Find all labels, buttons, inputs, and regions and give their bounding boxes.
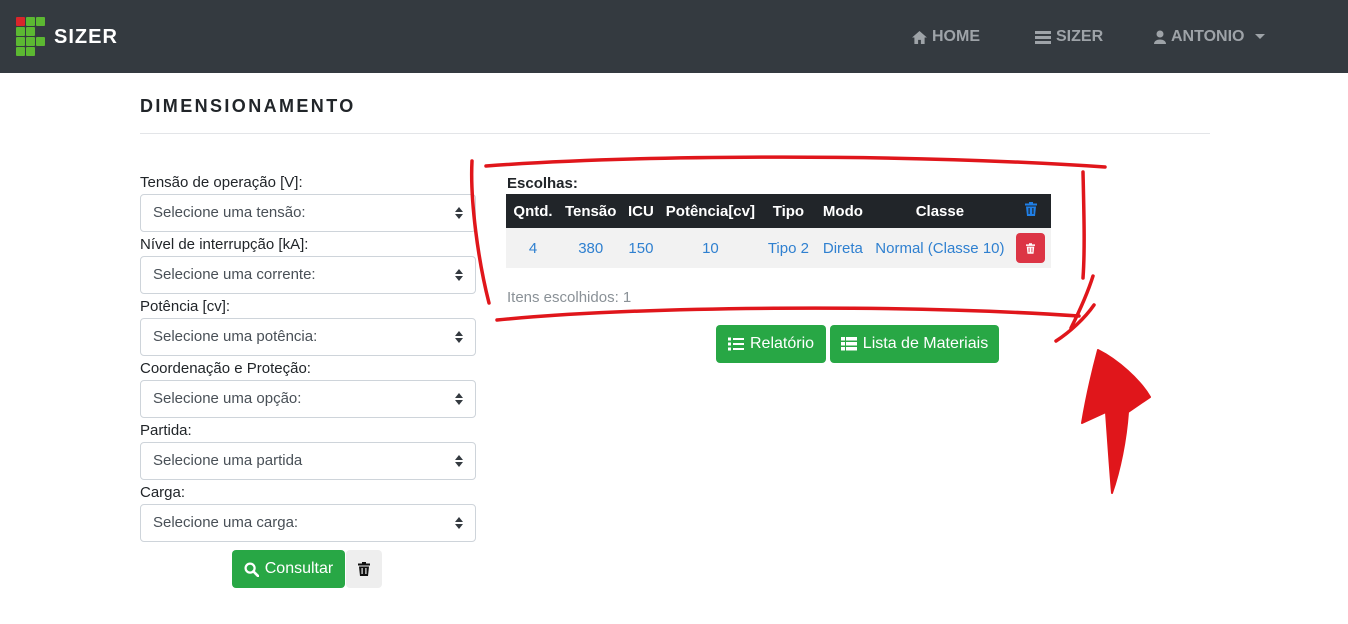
trash-icon [1026,242,1036,254]
list-icon [840,337,857,351]
annotation-box-outline [495,306,1081,322]
coordenacao-label: Coordenação e Proteção: [140,360,311,377]
potencia-select[interactable]: Selecione uma potência: [140,318,476,356]
relatorio-label: Relatório [749,335,815,352]
annotation-box-outline [1081,170,1086,280]
corrente-select-value: Selecione uma corrente: [153,266,316,283]
partida-select-value: Selecione uma partida [153,452,303,469]
select-arrows-icon [455,331,463,345]
nav-user-dropdown[interactable]: ANTONIO [1154,28,1266,46]
cell-tensao: 380 [560,228,622,268]
coordenacao-select-value: Selecione uma opção: [153,390,302,407]
cell-classe: Normal (Classe 10) [869,228,1011,268]
brand-name: SIZER [54,25,118,48]
potencia-select-value: Selecione uma potência: [153,328,318,345]
table-row: 4 380 150 10 Tipo 2 Direta Normal (Class… [506,228,1052,268]
corrente-select[interactable]: Selecione uma corrente: [140,256,476,294]
search-icon [244,561,259,577]
annotation-box-outline [1069,274,1095,330]
partida-select[interactable]: Selecione uma partida [140,442,476,480]
select-arrows-icon [455,393,463,407]
page-title: DIMENSIONAMENTO [140,96,356,116]
divider [140,133,1210,134]
top-navbar: SIZER HOME SIZER ANTONIO [0,0,1348,73]
cell-modo: Direta [816,228,870,268]
partida-label: Partida: [140,422,192,439]
carga-label: Carga: [140,484,186,501]
carga-select[interactable]: Selecione uma carga: [140,504,476,542]
select-arrows-icon [455,269,463,283]
potencia-label: Potência [cv]: [140,298,231,315]
list-ol-icon [727,337,744,351]
chevron-down-icon [1255,33,1266,39]
user-icon [1154,30,1166,44]
lista-materiais-label: Lista de Materiais [862,335,989,352]
header-classe: Classe [869,194,1011,228]
cell-icu: 150 [621,228,661,268]
escolhas-label: Escolhas: [507,175,578,192]
annotation-arrow-icon [1081,349,1151,494]
nav-home[interactable]: HOME [912,28,980,46]
brand[interactable]: SIZER [15,17,118,57]
nav-user-label: ANTONIO [1171,28,1245,45]
cell-qntd: 4 [506,228,560,268]
tensao-label: Tensão de operação [V]: [140,174,303,191]
table-header-row: Qntd. Tensão ICU Potência[cv] Tipo Modo … [506,194,1052,228]
header-qntd: Qntd. [506,194,560,228]
interrupcao-label: Nível de interrupção [kA]: [140,236,309,253]
coordenacao-select[interactable]: Selecione uma opção: [140,380,476,418]
nav-sizer-label: SIZER [1056,28,1104,45]
consultar-button[interactable]: Consultar [232,550,345,588]
header-tipo: Tipo [760,194,817,228]
cell-actions [1010,228,1052,268]
clear-form-button[interactable] [346,550,382,588]
cell-tipo: Tipo 2 [760,228,817,268]
nav-home-label: HOME [932,28,980,45]
cell-potencia: 10 [660,228,761,268]
choices-table: Qntd. Tensão ICU Potência[cv] Tipo Modo … [506,194,1052,268]
tensao-select[interactable]: Selecione uma tensão: [140,194,476,232]
delete-row-button[interactable] [1016,233,1046,263]
select-arrows-icon [455,455,463,469]
select-arrows-icon [455,517,463,531]
header-potencia: Potência[cv] [660,194,761,228]
trash-icon [358,562,370,576]
annotation-box-outline [1054,303,1096,343]
relatorio-button[interactable]: Relatório [716,325,826,363]
header-tensao: Tensão [560,194,622,228]
items-count: Itens escolhidos: 1 [507,289,632,306]
sizer-logo-icon [15,17,47,57]
trash-icon[interactable] [1024,202,1037,216]
consultar-label: Consultar [264,560,334,577]
home-icon [912,30,927,44]
annotation-box-outline [484,155,1107,169]
select-arrows-icon [455,207,463,221]
header-icu: ICU [621,194,661,228]
header-modo: Modo [816,194,870,228]
tensao-select-value: Selecione uma tensão: [153,204,306,221]
header-clear-all[interactable] [1010,194,1052,228]
list-icon [1035,30,1051,44]
carga-select-value: Selecione uma carga: [153,514,299,531]
lista-materiais-button[interactable]: Lista de Materiais [830,325,999,363]
nav-sizer[interactable]: SIZER [1035,28,1103,46]
